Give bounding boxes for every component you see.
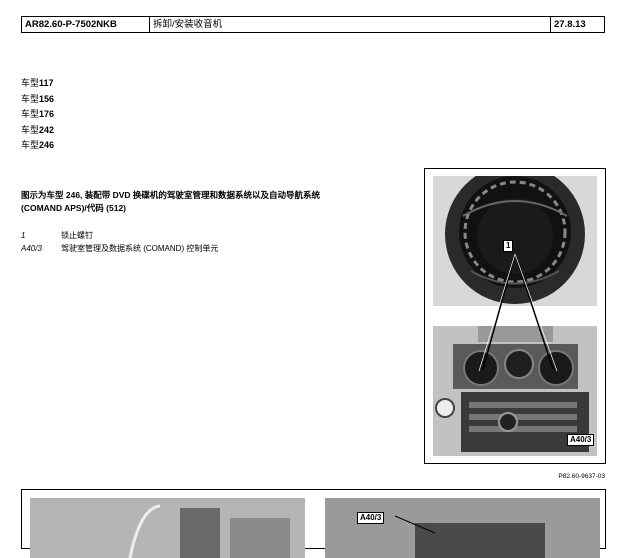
bottom-right-photo: A40/3 bbox=[325, 498, 600, 558]
legend-text: 驾驶室管理及数据系统 (COMAND) 控制单元 bbox=[61, 244, 219, 253]
leader-line-right bbox=[514, 253, 554, 370]
model-item: 车型156 bbox=[21, 93, 55, 104]
leader-line-right-highlight bbox=[514, 253, 558, 372]
bottom-left-illustration bbox=[30, 498, 305, 558]
model-item: 车型117 bbox=[21, 78, 54, 88]
callout-leader-lines bbox=[478, 253, 558, 372]
figure-reference: P82.60-9637-03 bbox=[558, 473, 605, 480]
document-header: AR82.60-P-7502NKB 拆卸/安装收音机 27.8.13 bbox=[21, 16, 605, 33]
figure-panel: 1 A40/3 bbox=[424, 168, 606, 464]
bottom-figure-panel: A40/3 bbox=[21, 489, 606, 558]
bottom-callout-a40-3: A40/3 bbox=[357, 512, 385, 524]
legend-text: 锁止螺钉 bbox=[61, 231, 93, 240]
legend-row: 1 锁止螺钉 bbox=[21, 229, 218, 242]
model-item: 车型242 bbox=[21, 124, 55, 135]
bottom-right-illustration bbox=[325, 498, 600, 558]
document-date: 27.8.13 bbox=[554, 19, 586, 30]
figure-description: 图示为车型 246, 装配带 DVD 换碟机的驾驶室管理和数据系统以及自动导航系… bbox=[21, 190, 320, 213]
figure-legend: 1 锁止螺钉 A40/3 驾驶室管理及数据系统 (COMAND) 控制单元 bbox=[21, 229, 218, 255]
document-title: 拆卸/安装收音机 bbox=[150, 17, 551, 32]
legend-key: 1 bbox=[21, 231, 26, 240]
leader-line-left-highlight bbox=[478, 253, 516, 372]
legend-row: A40/3 驾驶室管理及数据系统 (COMAND) 控制单元 bbox=[21, 242, 218, 255]
model-item: 车型246 bbox=[21, 140, 55, 150]
document-code: AR82.60-P-7502NKB bbox=[22, 17, 150, 32]
legend-key: A40/3 bbox=[21, 244, 42, 253]
leader-line-left bbox=[482, 253, 516, 370]
model-item: 车型176 bbox=[21, 109, 55, 119]
bottom-left-photo bbox=[30, 498, 305, 558]
model-list: 车型117 车型156 车型176 车型242 车型246 bbox=[21, 76, 54, 154]
